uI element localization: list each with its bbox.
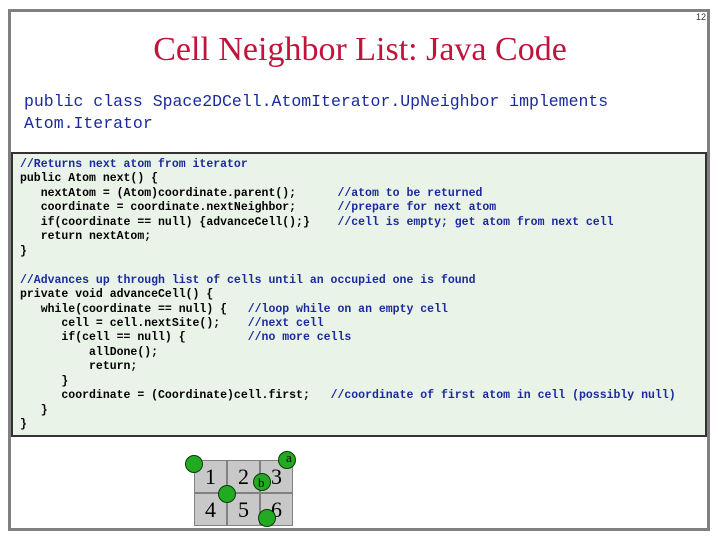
code-line: nextAtom = (Atom)coordinate.parent(); //… [20, 186, 483, 200]
atom-label-a: a [286, 450, 292, 465]
code-line: return nextAtom; [20, 230, 151, 243]
code-block: //Returns next atom from iterator public… [11, 152, 707, 437]
code-text: } [20, 418, 27, 432]
atom [218, 485, 236, 503]
atom [185, 455, 203, 473]
code-line: allDone(); [20, 346, 158, 359]
code-line: if(cell == null) { //no more cells [20, 331, 351, 344]
code-line: if(coordinate == null) {advanceCell();} … [20, 216, 614, 229]
page-number: 12 [695, 12, 706, 22]
code-text: nextAtom = (Atom)coordinate.parent(); [20, 186, 338, 200]
code-text: return; [20, 360, 138, 374]
code-line: //Advances up through list of cells unti… [20, 274, 475, 287]
code-comment: //next cell [247, 316, 324, 330]
code-text: } [20, 244, 27, 258]
code-comment: //coordinate of first atom in cell (poss… [330, 389, 676, 403]
code-comment: //Returns next atom from iterator [20, 158, 248, 171]
code-line: } [20, 404, 48, 417]
code-text: if(cell == null) { [20, 331, 248, 345]
code-line: coordinate = (Coordinate)cell.first; //c… [20, 389, 676, 403]
code-text: public Atom next() { [20, 172, 159, 186]
code-listing: //Returns next atom from iterator public… [20, 158, 676, 433]
code-text: if(coordinate == null) {advanceCell();} [20, 215, 338, 229]
class-declaration: public class Space2DCell.AtomIterator.Up… [24, 92, 609, 133]
code-text: return nextAtom; [20, 230, 152, 244]
code-text: coordinate = coordinate.nextNeighbor; [20, 201, 338, 215]
code-text: } [20, 374, 69, 388]
atom [258, 509, 276, 527]
code-text: } [20, 403, 48, 417]
code-text: private void advanceCell() { [20, 288, 214, 302]
code-comment: //cell is empty; get atom from next cell [337, 215, 614, 229]
code-text: while(coordinate == null) { [20, 302, 248, 316]
code-line: //Returns next atom from iterator [20, 158, 248, 171]
code-text: allDone(); [20, 345, 159, 359]
code-line: } [20, 245, 27, 258]
slide-title: Cell Neighbor List: Java Code [153, 31, 567, 68]
code-line: public Atom next() { [20, 172, 158, 185]
code-line: while(coordinate == null) { //loop while… [20, 303, 448, 316]
code-line: coordinate = coordinate.nextNeighbor; //… [20, 201, 496, 214]
code-comment: //atom to be returned [337, 186, 483, 200]
code-comment: //loop while on an empty cell [247, 302, 448, 316]
code-line: } [20, 418, 27, 431]
code-comment: //no more cells [247, 331, 352, 345]
code-text: coordinate = (Coordinate)cell.first; [20, 389, 331, 403]
code-line: return; [20, 360, 137, 373]
code-comment: //prepare for next atom [337, 201, 497, 215]
code-text: cell = cell.nextSite(); [20, 316, 248, 330]
code-line: } [20, 375, 68, 388]
code-comment: //Advances up through list of cells unti… [20, 273, 476, 287]
code-line: private void advanceCell() { [20, 288, 213, 301]
code-line: cell = cell.nextSite(); //next cell [20, 316, 324, 330]
atom-label-b: b [258, 475, 265, 490]
